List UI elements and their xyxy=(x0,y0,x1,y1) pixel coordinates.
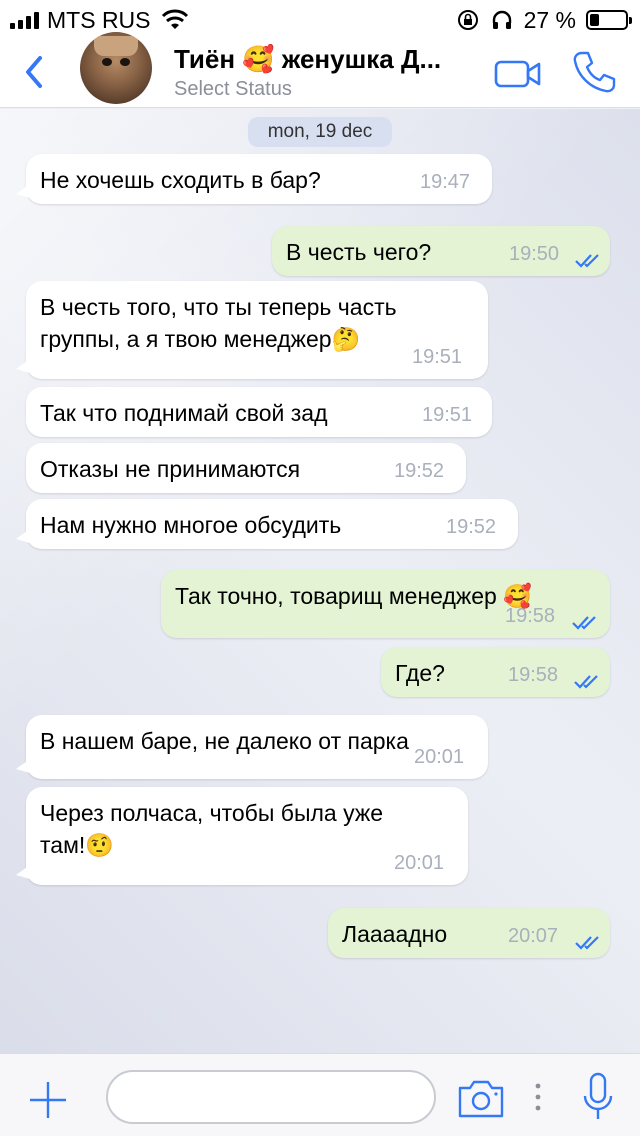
plus-icon[interactable] xyxy=(28,1080,68,1120)
message-text: Лаааадно xyxy=(342,921,448,947)
message-time: 20:01 xyxy=(414,746,465,768)
message-time: 19:58 xyxy=(508,664,559,686)
message-bubble[interactable]: Где? 19:58 xyxy=(381,647,610,697)
message-bubble[interactable]: Лаааадно 20:07 xyxy=(328,908,610,958)
microphone-icon[interactable] xyxy=(582,1072,614,1122)
message-bubble[interactable]: Не хочешь сходить в бар? 19:47 xyxy=(16,154,492,204)
message-text: Не хочешь сходить в бар? xyxy=(40,167,321,193)
chat-title[interactable]: Тиён 🥰 женушка Д... xyxy=(174,44,441,75)
camera-icon[interactable] xyxy=(456,1076,506,1120)
message-bubble[interactable]: В честь чего? 19:50 xyxy=(272,226,610,276)
read-receipt-icon xyxy=(575,254,599,268)
chat-area[interactable]: mon, 19 dec Не хочешь сходить в бар? 19:… xyxy=(0,109,640,1053)
message-bubble[interactable]: Так что поднимай свой зад 19:51 xyxy=(26,387,492,437)
message-text: Отказы не принимаются xyxy=(40,456,301,482)
message-time: 20:01 xyxy=(394,852,445,874)
message-time: 19:52 xyxy=(394,460,445,482)
chat-status: Select Status xyxy=(174,78,292,100)
message-bubble[interactable]: В честь того, что ты теперь часть группы… xyxy=(16,281,488,379)
message-text: Так что поднимай свой зад xyxy=(40,400,328,426)
message-bubble[interactable]: Нам нужно многое обсудить 19:52 xyxy=(16,499,518,549)
message-text: В нашем баре, не далеко от парка xyxy=(40,728,409,754)
message-text: В честь чего? xyxy=(286,239,432,265)
read-receipt-icon xyxy=(575,936,599,950)
date-separator: mon, 19 dec xyxy=(248,117,392,147)
message-time: 19:51 xyxy=(412,346,463,368)
message-time: 20:07 xyxy=(508,925,559,947)
message-text: Так точно, товарищ менеджер 🥰 xyxy=(175,583,532,609)
battery-icon xyxy=(586,10,632,30)
message-time: 19:50 xyxy=(509,243,560,265)
message-bubble[interactable]: Так точно, товарищ менеджер 🥰 19:58 xyxy=(161,570,610,638)
message-text: Через полчаса, чтобы была уже там!🤨 xyxy=(40,800,384,858)
message-bubble[interactable]: Отказы не принимаются 19:52 xyxy=(26,443,466,493)
message-bubble[interactable]: В нашем баре, не далеко от парка 20:01 xyxy=(16,715,488,779)
message-text: Нам нужно многое обсудить xyxy=(40,512,342,538)
message-time: 19:51 xyxy=(422,404,473,426)
message-text: В честь того, что ты теперь часть группы… xyxy=(40,294,397,352)
signal-icon xyxy=(10,11,39,29)
message-bubble[interactable]: Через полчаса, чтобы была уже там!🤨 20:0… xyxy=(16,787,468,885)
read-receipt-icon xyxy=(572,616,596,630)
more-dots-icon[interactable] xyxy=(534,1082,542,1112)
carrier-name: MTS RUS xyxy=(47,6,151,33)
video-camera-icon[interactable] xyxy=(494,58,542,90)
phone-icon[interactable] xyxy=(570,48,618,96)
read-receipt-icon xyxy=(574,675,598,689)
wifi-icon xyxy=(161,9,188,29)
battery-fill xyxy=(590,14,600,26)
rotation-lock-icon xyxy=(457,10,478,30)
message-time: 19:52 xyxy=(446,516,497,538)
status-bar: MTS RUS 27 % xyxy=(0,0,640,40)
chevron-left-icon[interactable] xyxy=(20,52,50,92)
message-time: 19:58 xyxy=(505,605,556,627)
avatar[interactable] xyxy=(80,32,152,104)
message-text: Где? xyxy=(395,660,445,686)
message-input[interactable] xyxy=(106,1070,436,1124)
message-composer xyxy=(0,1053,640,1136)
battery-percent: 27 % xyxy=(523,6,576,33)
message-time: 19:47 xyxy=(420,171,471,193)
headphones-icon xyxy=(492,10,511,29)
chat-header: Тиён 🥰 женушка Д... Select Status xyxy=(0,32,640,108)
